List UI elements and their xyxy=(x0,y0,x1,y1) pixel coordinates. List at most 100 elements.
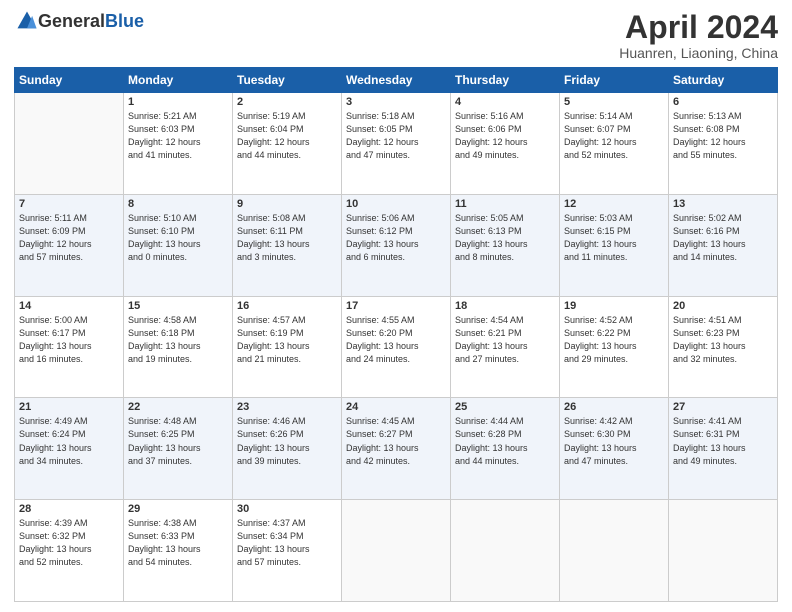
calendar-cell: 29Sunrise: 4:38 AMSunset: 6:33 PMDayligh… xyxy=(124,500,233,602)
day-info: Sunrise: 5:05 AMSunset: 6:13 PMDaylight:… xyxy=(455,212,555,264)
day-info: Sunrise: 5:19 AMSunset: 6:04 PMDaylight:… xyxy=(237,110,337,162)
title-block: April 2024 Huanren, Liaoning, China xyxy=(619,10,778,61)
calendar-cell: 12Sunrise: 5:03 AMSunset: 6:15 PMDayligh… xyxy=(560,194,669,296)
day-info: Sunrise: 4:57 AMSunset: 6:19 PMDaylight:… xyxy=(237,314,337,366)
calendar-cell: 4 Sunrise: 5:16 AMSunset: 6:06 PMDaylight… xyxy=(451,93,560,195)
calendar-cell: 7 Sunrise: 5:11 AMSunset: 6:09 PMDaylight… xyxy=(15,194,124,296)
day-number: 16 xyxy=(237,300,337,312)
calendar-week-row: 21Sunrise: 4:49 AMSunset: 6:24 PMDayligh… xyxy=(15,398,778,500)
day-number: 2 xyxy=(237,96,337,108)
day-info: Sunrise: 5:13 AMSunset: 6:08 PMDaylight:… xyxy=(673,110,773,162)
day-number: 7 xyxy=(19,198,119,210)
calendar-week-row: 7 Sunrise: 5:11 AMSunset: 6:09 PMDaylight… xyxy=(15,194,778,296)
calendar-cell: 25 Sunrise: 4:44 AMSunset: 6:28 PMDayligh… xyxy=(451,398,560,500)
day-number: 24 xyxy=(346,401,446,413)
day-info: Sunrise: 4:37 AMSunset: 6:34 PMDaylight:… xyxy=(237,517,337,569)
column-header-tuesday: Tuesday xyxy=(233,68,342,93)
day-info: Sunrise: 4:51 AMSunset: 6:23 PMDaylight:… xyxy=(673,314,773,366)
day-number: 12 xyxy=(564,198,664,210)
day-number: 23 xyxy=(237,401,337,413)
calendar-cell xyxy=(342,500,451,602)
calendar-cell: 23 Sunrise: 4:46 AMSunset: 6:26 PMDayligh… xyxy=(233,398,342,500)
day-number: 15 xyxy=(128,300,228,312)
day-info: Sunrise: 5:18 AMSunset: 6:05 PMDaylight:… xyxy=(346,110,446,162)
calendar-cell: 16 Sunrise: 4:57 AMSunset: 6:19 PMDayligh… xyxy=(233,296,342,398)
column-header-sunday: Sunday xyxy=(15,68,124,93)
day-number: 17 xyxy=(346,300,446,312)
calendar-cell: 30Sunrise: 4:37 AMSunset: 6:34 PMDayligh… xyxy=(233,500,342,602)
day-number: 11 xyxy=(455,198,555,210)
day-number: 18 xyxy=(455,300,555,312)
column-header-monday: Monday xyxy=(124,68,233,93)
day-number: 29 xyxy=(128,503,228,515)
calendar-cell: 1 Sunrise: 5:21 AMSunset: 6:03 PMDaylight… xyxy=(124,93,233,195)
calendar-cell: 8 Sunrise: 5:10 AMSunset: 6:10 PMDaylight… xyxy=(124,194,233,296)
logo: GeneralBlue xyxy=(14,10,144,32)
day-info: Sunrise: 4:52 AMSunset: 6:22 PMDaylight:… xyxy=(564,314,664,366)
day-info: Sunrise: 4:42 AMSunset: 6:30 PMDaylight:… xyxy=(564,415,664,467)
day-number: 3 xyxy=(346,96,446,108)
day-info: Sunrise: 4:45 AMSunset: 6:27 PMDaylight:… xyxy=(346,415,446,467)
day-info: Sunrise: 4:55 AMSunset: 6:20 PMDaylight:… xyxy=(346,314,446,366)
calendar-week-row: 28 Sunrise: 4:39 AMSunset: 6:32 PMDayligh… xyxy=(15,500,778,602)
day-info: Sunrise: 5:14 AMSunset: 6:07 PMDaylight:… xyxy=(564,110,664,162)
calendar-cell: 28 Sunrise: 4:39 AMSunset: 6:32 PMDayligh… xyxy=(15,500,124,602)
day-number: 1 xyxy=(128,96,228,108)
day-number: 25 xyxy=(455,401,555,413)
logo-general: General xyxy=(38,11,105,31)
calendar-cell: 2 Sunrise: 5:19 AMSunset: 6:04 PMDaylight… xyxy=(233,93,342,195)
calendar-cell: 24 Sunrise: 4:45 AMSunset: 6:27 PMDayligh… xyxy=(342,398,451,500)
day-number: 22 xyxy=(128,401,228,413)
day-info: Sunrise: 4:46 AMSunset: 6:26 PMDaylight:… xyxy=(237,415,337,467)
day-number: 20 xyxy=(673,300,773,312)
day-number: 26 xyxy=(564,401,664,413)
page: GeneralBlue April 2024 Huanren, Liaoning… xyxy=(0,0,792,612)
calendar-cell: 11 Sunrise: 5:05 AMSunset: 6:13 PMDayligh… xyxy=(451,194,560,296)
day-number: 5 xyxy=(564,96,664,108)
logo-blue: Blue xyxy=(105,11,144,31)
day-number: 28 xyxy=(19,503,119,515)
day-info: Sunrise: 5:06 AMSunset: 6:12 PMDaylight:… xyxy=(346,212,446,264)
calendar-cell: 20 Sunrise: 4:51 AMSunset: 6:23 PMDayligh… xyxy=(669,296,778,398)
calendar-cell: 19 Sunrise: 4:52 AMSunset: 6:22 PMDayligh… xyxy=(560,296,669,398)
day-number: 14 xyxy=(19,300,119,312)
day-number: 19 xyxy=(564,300,664,312)
calendar-week-row: 1 Sunrise: 5:21 AMSunset: 6:03 PMDaylight… xyxy=(15,93,778,195)
calendar-cell: 13 Sunrise: 5:02 AMSunset: 6:16 PMDayligh… xyxy=(669,194,778,296)
day-number: 10 xyxy=(346,198,446,210)
calendar-cell xyxy=(560,500,669,602)
calendar-cell: 9Sunrise: 5:08 AMSunset: 6:11 PMDaylight… xyxy=(233,194,342,296)
day-number: 4 xyxy=(455,96,555,108)
day-info: Sunrise: 4:41 AMSunset: 6:31 PMDaylight:… xyxy=(673,415,773,467)
calendar-cell: 3 Sunrise: 5:18 AMSunset: 6:05 PMDaylight… xyxy=(342,93,451,195)
day-number: 27 xyxy=(673,401,773,413)
day-number: 13 xyxy=(673,198,773,210)
day-number: 8 xyxy=(128,198,228,210)
day-info: Sunrise: 5:16 AMSunset: 6:06 PMDaylight:… xyxy=(455,110,555,162)
calendar-cell: 18Sunrise: 4:54 AMSunset: 6:21 PMDayligh… xyxy=(451,296,560,398)
calendar-cell: 17 Sunrise: 4:55 AMSunset: 6:20 PMDayligh… xyxy=(342,296,451,398)
day-info: Sunrise: 4:44 AMSunset: 6:28 PMDaylight:… xyxy=(455,415,555,467)
day-info: Sunrise: 4:48 AMSunset: 6:25 PMDaylight:… xyxy=(128,415,228,467)
day-info: Sunrise: 4:58 AMSunset: 6:18 PMDaylight:… xyxy=(128,314,228,366)
calendar-cell: 21Sunrise: 4:49 AMSunset: 6:24 PMDayligh… xyxy=(15,398,124,500)
subtitle: Huanren, Liaoning, China xyxy=(619,45,778,61)
calendar-cell: 10 Sunrise: 5:06 AMSunset: 6:12 PMDayligh… xyxy=(342,194,451,296)
day-info: Sunrise: 5:11 AMSunset: 6:09 PMDaylight:… xyxy=(19,212,119,264)
calendar-cell: 22 Sunrise: 4:48 AMSunset: 6:25 PMDayligh… xyxy=(124,398,233,500)
calendar-cell xyxy=(669,500,778,602)
main-title: April 2024 xyxy=(619,10,778,45)
calendar-cell: 14Sunrise: 5:00 AMSunset: 6:17 PMDayligh… xyxy=(15,296,124,398)
day-info: Sunrise: 4:39 AMSunset: 6:32 PMDaylight:… xyxy=(19,517,119,569)
day-info: Sunrise: 5:21 AMSunset: 6:03 PMDaylight:… xyxy=(128,110,228,162)
calendar-header-row: SundayMondayTuesdayWednesdayThursdayFrid… xyxy=(15,68,778,93)
day-number: 6 xyxy=(673,96,773,108)
calendar-cell: 27 Sunrise: 4:41 AMSunset: 6:31 PMDayligh… xyxy=(669,398,778,500)
column-header-friday: Friday xyxy=(560,68,669,93)
day-number: 21 xyxy=(19,401,119,413)
calendar-cell xyxy=(15,93,124,195)
day-info: Sunrise: 5:10 AMSunset: 6:10 PMDaylight:… xyxy=(128,212,228,264)
header: GeneralBlue April 2024 Huanren, Liaoning… xyxy=(14,10,778,61)
day-info: Sunrise: 5:02 AMSunset: 6:16 PMDaylight:… xyxy=(673,212,773,264)
day-info: Sunrise: 5:08 AMSunset: 6:11 PMDaylight:… xyxy=(237,212,337,264)
